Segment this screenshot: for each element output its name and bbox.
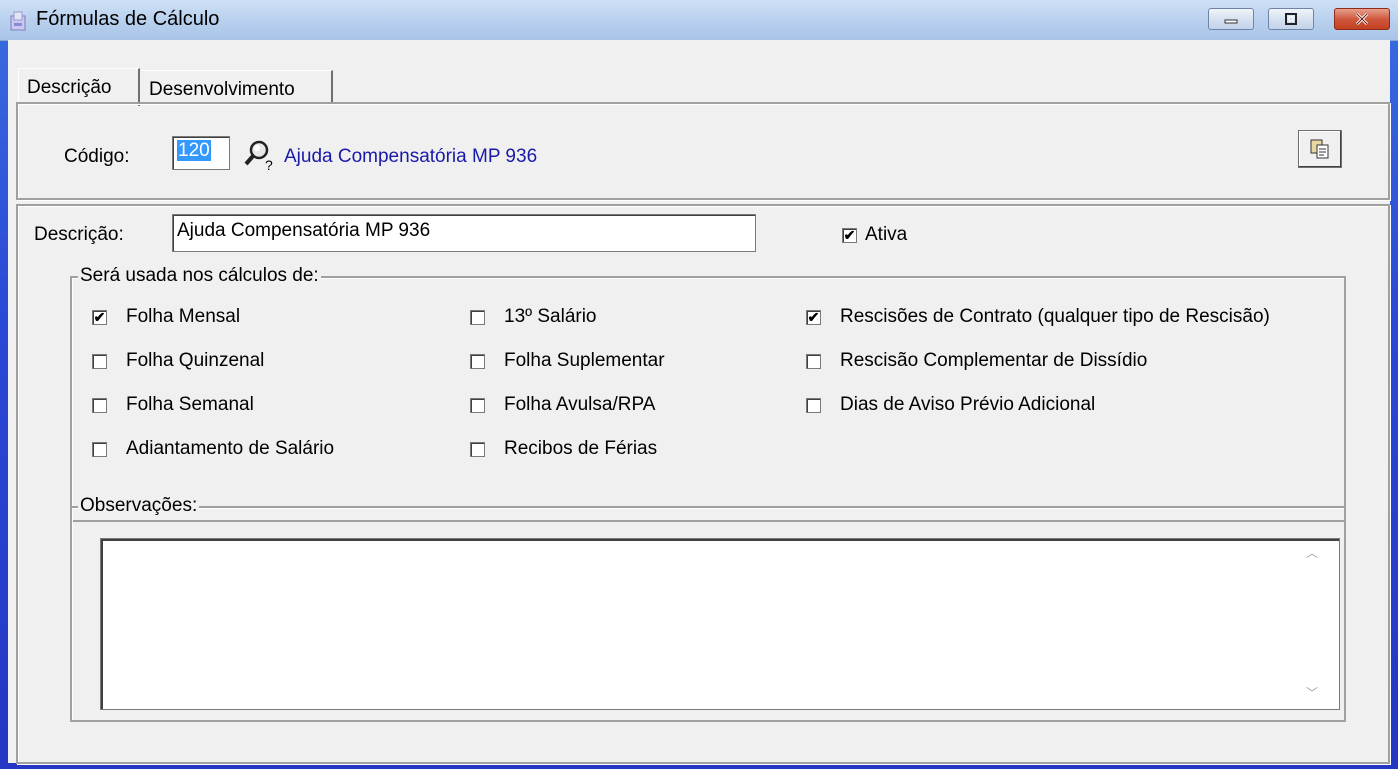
option-label: Folha Semanal: [126, 394, 254, 415]
chk-folha-quinzenal[interactable]: Folha Quinzenal: [92, 350, 264, 372]
close-icon: [1355, 12, 1369, 26]
window-title: Fórmulas de Cálculo: [36, 8, 220, 30]
description-field[interactable]: Ajuda Compensatória MP 936: [172, 214, 756, 252]
checkbox-box[interactable]: [470, 309, 485, 325]
chk-13-salario[interactable]: 13º Salário: [470, 306, 597, 328]
minimize-button[interactable]: [1208, 8, 1254, 30]
option-label: Rescisão Complementar de Dissídio: [840, 350, 1148, 371]
option-label: Adiantamento de Salário: [126, 438, 335, 459]
title-bar[interactable]: Fórmulas de Cálculo: [0, 0, 1398, 41]
minimize-icon: [1224, 19, 1238, 24]
restore-icon: [1285, 13, 1297, 25]
chk-folha-suplementar[interactable]: Folha Suplementar: [470, 350, 665, 372]
maximize-button[interactable]: [1268, 8, 1314, 30]
description-label: Descrição:: [34, 224, 124, 245]
copy-icon: [1310, 139, 1329, 159]
checkbox-box[interactable]: [806, 353, 821, 369]
code-input[interactable]: 120: [172, 136, 230, 170]
tab-bar: Descrição Desenvolvimento: [8, 40, 1390, 108]
code-label: Código:: [64, 146, 130, 167]
chk-rescisoes-contrato[interactable]: ✔ Rescisões de Contrato (qualquer tipo d…: [806, 306, 1270, 328]
option-label: Folha Mensal: [126, 306, 241, 327]
svg-text:?: ?: [265, 157, 273, 172]
active-label: Ativa: [865, 224, 908, 245]
checkbox-box[interactable]: [92, 397, 107, 413]
chk-folha-semanal[interactable]: Folha Semanal: [92, 394, 254, 416]
chk-recibos-ferias[interactable]: Recibos de Férias: [470, 438, 657, 460]
observations-group: Observações: ︿ ﹀: [70, 495, 1346, 722]
copy-button[interactable]: [1298, 130, 1342, 168]
scroll-up-icon[interactable]: ︿: [1306, 544, 1318, 561]
close-button[interactable]: [1334, 8, 1390, 30]
active-checkbox[interactable]: ✔ Ativa: [842, 224, 907, 246]
magnifier-question-icon[interactable]: ?: [243, 138, 277, 172]
form-app-icon: [10, 11, 26, 31]
checkbox-box[interactable]: [92, 441, 107, 457]
checkbox-box[interactable]: [470, 441, 485, 457]
active-check-box[interactable]: ✔: [842, 227, 857, 243]
checkbox-box[interactable]: [92, 353, 107, 369]
option-label: Dias de Aviso Prévio Adicional: [840, 394, 1096, 415]
observations-legend: Observações:: [78, 495, 200, 517]
checkbox-box[interactable]: [470, 397, 485, 413]
observations-textarea[interactable]: [100, 538, 1340, 710]
tab-descricao[interactable]: Descrição: [18, 68, 140, 106]
scroll-down-icon[interactable]: ﹀: [1306, 684, 1318, 701]
code-description: Ajuda Compensatória MP 936: [284, 146, 538, 167]
checkbox-box[interactable]: [806, 397, 821, 413]
option-label: Folha Quinzenal: [126, 350, 265, 371]
checkbox-box[interactable]: [470, 353, 485, 369]
chk-rescisao-complementar[interactable]: Rescisão Complementar de Dissídio: [806, 350, 1147, 372]
app-window: Fórmulas de Cálculo Descrição Desenvolvi…: [0, 0, 1398, 769]
option-label: Folha Avulsa/RPA: [504, 394, 656, 415]
option-label: 13º Salário: [504, 306, 597, 327]
code-value: 120: [177, 140, 211, 161]
option-label: Rescisões de Contrato (qualquer tipo de …: [840, 306, 1270, 327]
checkbox-box[interactable]: ✔: [92, 309, 107, 325]
chk-folha-mensal[interactable]: ✔ Folha Mensal: [92, 306, 240, 328]
checkbox-box[interactable]: ✔: [806, 309, 821, 325]
chk-dias-aviso-previo[interactable]: Dias de Aviso Prévio Adicional: [806, 394, 1095, 416]
observations-scrollbar[interactable]: ︿ ﹀: [1302, 544, 1324, 706]
option-label: Folha Suplementar: [504, 350, 665, 371]
calc-group-legend: Será usada nos cálculos de:: [78, 265, 321, 287]
tab-desenvolvimento[interactable]: Desenvolvimento: [141, 70, 333, 104]
chk-adiantamento-salario[interactable]: Adiantamento de Salário: [92, 438, 334, 460]
option-label: Recibos de Férias: [504, 438, 658, 459]
chk-folha-avulsa-rpa[interactable]: Folha Avulsa/RPA: [470, 394, 655, 416]
client-area: Descrição Desenvolvimento Código: 120 ? …: [8, 40, 1390, 764]
